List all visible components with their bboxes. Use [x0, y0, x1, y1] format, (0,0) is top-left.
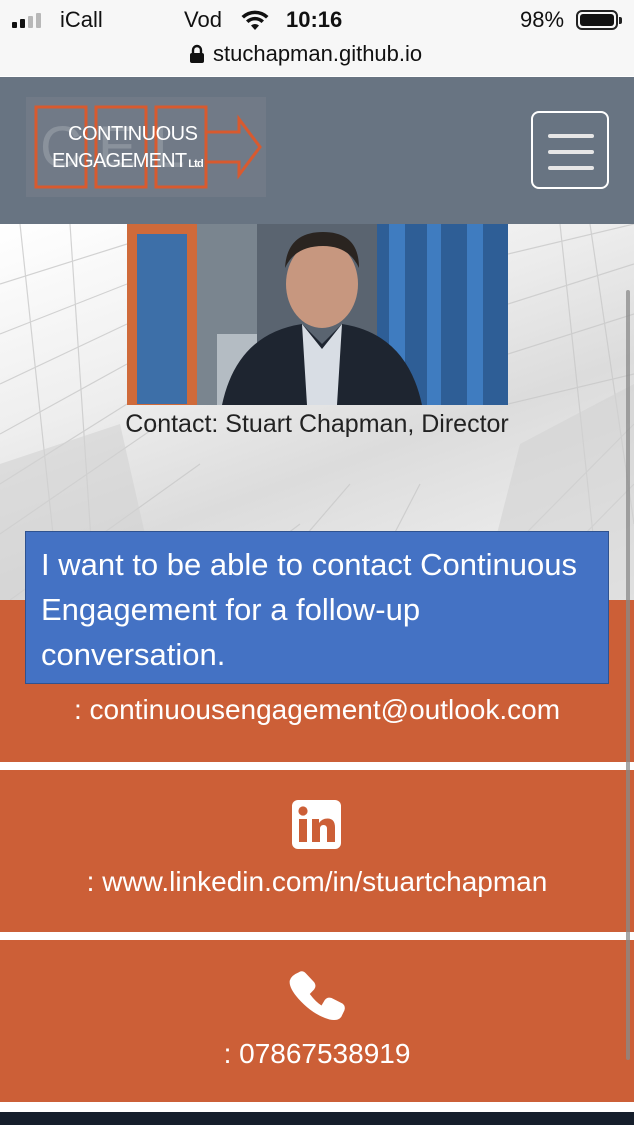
logo-outline-graphic: C E L [34, 105, 262, 189]
section-divider [0, 932, 634, 940]
linkedin-contact-section: : www.linkedin.com/in/stuartchapman [0, 770, 634, 932]
clock: 10:16 [286, 7, 343, 32]
url-text: stuchapman.github.io [213, 41, 423, 66]
carrier-name-secondary: Vod [184, 7, 222, 32]
wifi-icon [241, 10, 269, 30]
battery-percent: 98% [520, 7, 565, 32]
email-link[interactable]: : continuousengagement@outlook.com [0, 694, 634, 726]
status-bar: iCall Vod 10:16 98% [0, 0, 634, 40]
lock-icon [190, 44, 204, 63]
site-header: C E L CONTINUOUS ENGAGEMENT Ltd [0, 77, 634, 224]
logo-suffix: Ltd [188, 158, 203, 170]
signal-strength-icon [12, 12, 41, 28]
battery-icon [576, 10, 622, 30]
phone-contact-section: : 07867538919 [0, 940, 634, 1102]
section-divider [0, 762, 634, 770]
hamburger-menu-icon [548, 134, 594, 138]
company-logo[interactable]: C E L CONTINUOUS ENGAGEMENT Ltd [26, 97, 266, 197]
section-divider [0, 1102, 634, 1112]
logo-text-line1: CONTINUOUS [68, 123, 198, 145]
address-bar[interactable]: stuchapman.github.io [0, 36, 634, 76]
phone-icon[interactable] [288, 966, 346, 1024]
linkedin-icon[interactable] [292, 800, 341, 849]
director-portrait-photo [127, 224, 508, 405]
phone-link[interactable]: : 07867538919 [0, 1038, 634, 1070]
linkedin-link[interactable]: : www.linkedin.com/in/stuartchapman [0, 866, 634, 898]
page-footer [0, 1112, 634, 1125]
page-scrollbar[interactable] [626, 290, 630, 1060]
user-story-callout: I want to be able to contact Continuous … [25, 531, 609, 684]
logo-text-line2: ENGAGEMENT Ltd [52, 150, 204, 172]
contact-caption: Contact: Stuart Chapman, Director [125, 410, 509, 438]
hamburger-menu-button[interactable] [531, 111, 609, 189]
carrier-name: iCall [60, 7, 103, 32]
